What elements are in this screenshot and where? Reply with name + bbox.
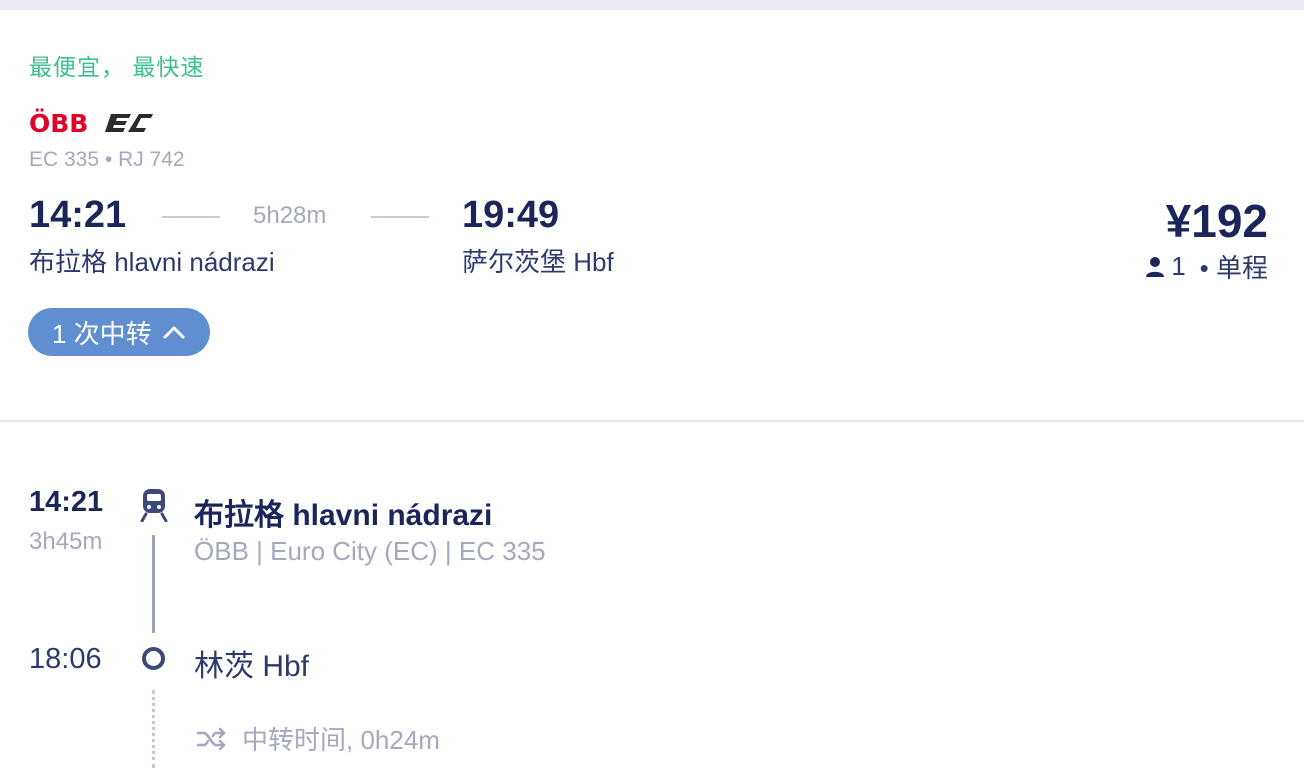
transfer-time-label: 中转时间, 0h24m xyxy=(242,725,440,755)
leg-departure-time: 14:21 xyxy=(29,486,104,518)
price: ¥192 xyxy=(1165,195,1268,247)
shuffle-icon xyxy=(196,727,226,750)
duration-line-right xyxy=(371,216,429,218)
departure-station: 布拉格 hlavni nádrazi xyxy=(29,247,275,277)
section-divider xyxy=(0,420,1304,422)
stop-circle-icon xyxy=(142,647,165,670)
duration-line-left xyxy=(162,216,220,218)
ec-logo-icon xyxy=(105,114,153,132)
journey-duration: 5h28m xyxy=(253,202,327,229)
train-numbers: EC 335 • RJ 742 xyxy=(29,148,185,171)
arrival-time: 19:49 xyxy=(462,194,560,236)
transfer-count-label: 1 次中转 xyxy=(52,318,152,349)
leg-details: ÖBB | Euro City (EC) | EC 335 xyxy=(194,536,546,566)
leg-duration: 3h45m xyxy=(29,528,103,555)
transfer-dotted-line xyxy=(152,690,155,768)
leg-departure-station: 布拉格 hlavni nádrazi xyxy=(194,499,493,532)
passenger-info: 1 • 单程 xyxy=(1145,248,1268,285)
operator-logos: ÖBB xyxy=(29,108,159,138)
journey-result-card[interactable]: 最便宜， 最快速 ÖBB EC 335 • RJ 742 14:21 5h28m… xyxy=(0,10,1304,420)
leg-line xyxy=(152,535,155,633)
trip-type: • 单程 xyxy=(1199,253,1268,283)
passenger-count: 1 xyxy=(1171,251,1186,281)
stop-arrival-time: 18:06 xyxy=(29,643,102,675)
transfer-info: 中转时间, 0h24m xyxy=(196,720,440,757)
obb-ec-logo: ÖBB xyxy=(29,108,153,138)
best-tag: 最便宜， 最快速 xyxy=(29,54,205,80)
train-icon xyxy=(140,489,168,522)
stop-station: 林茨 Hbf xyxy=(194,650,310,683)
departure-time: 14:21 xyxy=(29,194,127,236)
chevron-up-icon xyxy=(163,326,185,339)
transfer-toggle-button[interactable]: 1 次中转 xyxy=(28,308,210,356)
person-icon xyxy=(1146,256,1165,277)
obb-logo-text: ÖBB xyxy=(29,108,88,138)
arrival-station: 萨尔茨堡 Hbf xyxy=(462,247,614,277)
top-separator-strip xyxy=(0,0,1304,10)
